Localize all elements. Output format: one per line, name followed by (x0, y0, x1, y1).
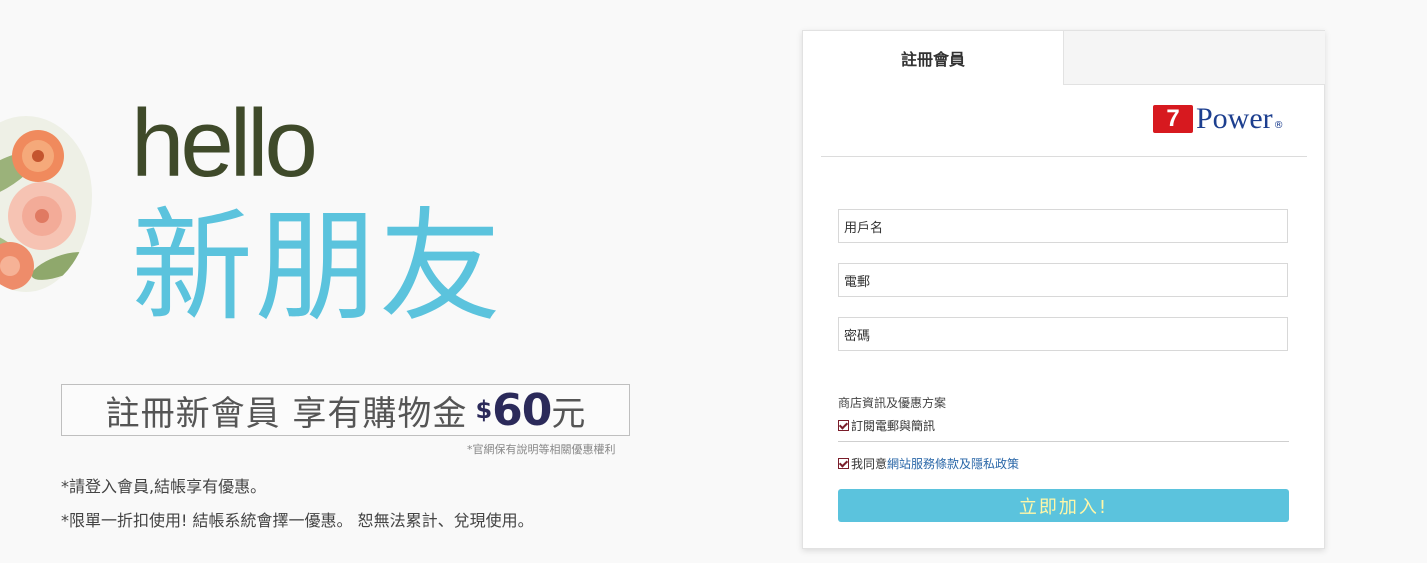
email-input[interactable]: 電郵 (838, 263, 1288, 297)
agree-terms-option[interactable]: 我同意 網站服務條款及隱私政策 (838, 455, 1019, 472)
logo-seven-mark: 7 (1153, 105, 1193, 133)
floral-decoration-image (0, 116, 92, 292)
logo-wordmark: Power (1196, 102, 1273, 135)
tab-register[interactable]: 註冊會員 (803, 31, 1063, 84)
password-input[interactable]: 密碼 (838, 317, 1288, 351)
new-friend-heading: 新朋友 (131, 196, 503, 338)
hello-heading: hello (131, 90, 318, 197)
subscribe-checkbox[interactable] (838, 420, 849, 431)
offer-amount: 60 (492, 384, 552, 436)
terms-privacy-link[interactable]: 網站服務條款及隱私政策 (887, 455, 1019, 472)
username-input[interactable]: 用戶名 (838, 209, 1288, 243)
tab-blank (1063, 31, 1325, 85)
store-info-label: 商店資訊及優惠方案 (838, 396, 947, 410)
agree-prefix: 我同意 (851, 457, 888, 471)
7power-logo: 7 Power ® (1153, 101, 1284, 135)
subscribe-label: 訂閱電郵與簡訊 (851, 419, 936, 433)
register-card: 註冊會員 7 Power ® 用戶名 電郵 密碼 商店資訊及優惠方案 訂閱電郵與… (802, 30, 1325, 549)
single-discount-note: *限單一折扣使用! 結帳系統會擇一優惠。 恕無法累計、兌現使用。 (61, 511, 534, 530)
subscribe-option[interactable]: 訂閱電郵與簡訊 (838, 417, 935, 434)
offer-text: 註冊新會員 享有購物金 (105, 393, 468, 434)
join-now-button[interactable]: 立即加入! (838, 489, 1289, 522)
rights-note: *官網保有說明等相關優惠權利 (467, 443, 616, 456)
offer-currency: $ (475, 396, 493, 424)
signup-offer-banner: 註冊新會員 享有購物金 $ 60 元 (61, 384, 630, 436)
options-divider (838, 441, 1289, 442)
offer-unit: 元 (551, 393, 586, 434)
registered-mark: ® (1273, 120, 1284, 131)
login-discount-note: *請登入會員,結帳享有優惠。 (61, 477, 267, 496)
header-divider (821, 156, 1307, 157)
agree-checkbox[interactable] (838, 458, 849, 469)
